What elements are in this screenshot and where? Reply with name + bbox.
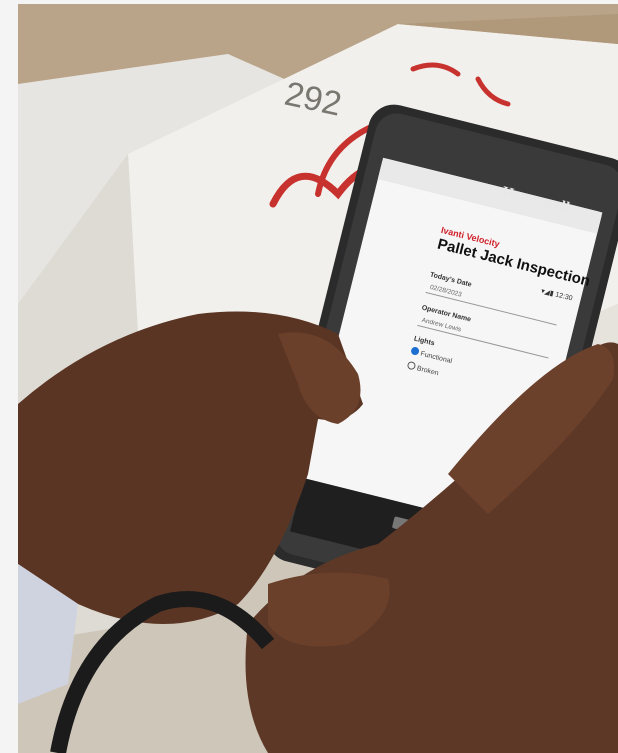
radio-unselected-icon <box>406 360 417 371</box>
date-field[interactable]: 02/28/2023 <box>425 281 560 326</box>
radio-broken[interactable]: Broken <box>406 360 439 377</box>
lights-label: Lights <box>413 335 436 348</box>
product-photo: 292 Honeywell Ivanti Velocity Pallet Jac… <box>18 4 618 753</box>
radio-selected-icon <box>410 346 420 356</box>
status-bar: ▾◢▮ 12:30 <box>540 287 574 303</box>
